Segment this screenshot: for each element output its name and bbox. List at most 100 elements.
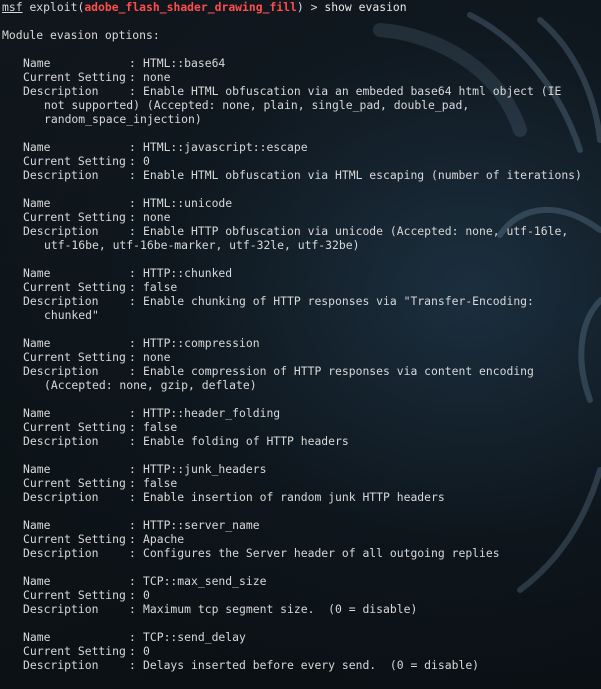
option-description: Description: Enable chunking of HTTP resp… — [2, 294, 600, 308]
option-name-value: HTML::unicode — [143, 196, 233, 210]
colon-separator: : — [129, 490, 136, 504]
option-name-label: Name — [23, 630, 51, 644]
colon-separator: : — [129, 70, 136, 84]
option-description: Description: Enable insertion of random j… — [2, 490, 600, 504]
evasion-options-list: Name: HTML::base64 Current Setting: none Des… — [2, 56, 600, 672]
option-description: Description: Enable HTML obfuscation via … — [2, 168, 600, 182]
terminal-output: msf exploit(adobe_flash_shader_drawing_f… — [2, 0, 600, 672]
colon-separator: : — [129, 658, 136, 672]
option-name-value: TCP::send_delay — [143, 630, 246, 644]
option-name: Name: HTML::javascript::escape — [2, 140, 600, 154]
option-current-setting: Current Setting: false — [2, 476, 600, 490]
evasion-option: Name: HTML::unicode Current Setting: none De… — [2, 196, 600, 266]
option-description-label: Description — [23, 84, 99, 98]
option-name-label: Name — [23, 574, 51, 588]
option-name: Name: HTTP::chunked — [2, 266, 600, 280]
colon-separator: : — [129, 154, 136, 168]
option-description-value: Configures the Server header of all outg… — [143, 546, 500, 560]
option-current-setting: Current Setting: none — [2, 70, 600, 84]
option-description-label: Description — [23, 490, 99, 504]
evasion-option: Name: HTTP::junk_headers Current Setting: f… — [2, 462, 600, 518]
option-description: Description: Maximum tcp segment size. (0… — [2, 602, 600, 616]
colon-separator: : — [129, 602, 136, 616]
option-name: Name: HTTP::server_name — [2, 518, 600, 532]
colon-separator: : — [129, 532, 136, 546]
option-description-value: Enable chunking of HTTP responses via "T… — [143, 294, 534, 308]
colon-separator: : — [129, 56, 136, 70]
option-description-continuation: random_space_injection) — [44, 112, 202, 126]
option-current-setting: Current Setting: false — [2, 420, 600, 434]
option-current-setting-value: 0 — [143, 644, 150, 658]
option-current-setting-label: Current Setting — [23, 476, 126, 490]
option-name: Name: HTML::unicode — [2, 196, 600, 210]
evasion-option: Name: HTTP::header_folding Current Setting… — [2, 406, 600, 462]
command-prompt-line: msf exploit(adobe_flash_shader_drawing_f… — [2, 0, 600, 14]
option-name-value: HTTP::compression — [143, 336, 260, 350]
option-current-setting-label: Current Setting — [23, 350, 126, 364]
option-current-setting-label: Current Setting — [23, 210, 126, 224]
colon-separator: : — [129, 630, 136, 644]
option-current-setting: Current Setting: none — [2, 350, 600, 364]
option-current-setting: Current Setting:0 — [2, 644, 600, 658]
colon-separator: : — [129, 168, 136, 182]
option-current-setting-label: Current Setting — [23, 70, 126, 84]
colon-separator: : — [129, 518, 136, 532]
colon-separator: : — [129, 350, 136, 364]
option-name-label: Name — [23, 518, 51, 532]
terminal-window[interactable]: msf exploit(adobe_flash_shader_drawing_f… — [0, 0, 601, 689]
colon-separator: : — [129, 462, 136, 476]
option-description-label: Description — [23, 294, 99, 308]
option-description-continuation: utf-16be, utf-16be-marker, utf-32le, utf… — [44, 238, 360, 252]
colon-separator: : — [129, 210, 136, 224]
option-description-label: Description — [23, 168, 99, 182]
colon-separator: : — [129, 406, 136, 420]
option-description-label: Description — [23, 658, 99, 672]
option-name-label: Name — [23, 140, 51, 154]
option-current-setting-label: Current Setting — [23, 532, 126, 546]
option-name: Name: HTTP::header_folding — [2, 406, 600, 420]
colon-separator: : — [129, 294, 136, 308]
option-current-setting-value: 0 — [143, 154, 150, 168]
option-current-setting: Current Setting: Apache — [2, 532, 600, 546]
option-name-value: HTML::base64 — [143, 56, 226, 70]
evasion-option: Name: HTTP::chunked Current Setting: false D… — [2, 266, 600, 336]
colon-separator: : — [129, 196, 136, 210]
colon-separator: : — [129, 140, 136, 154]
option-description-label: Description — [23, 224, 99, 238]
option-description-continuation: not supported) (Accepted: none, plain, s… — [44, 98, 470, 112]
option-current-setting-label: Current Setting — [23, 420, 126, 434]
colon-separator: : — [129, 476, 136, 490]
option-name-value: HTTP::server_name — [143, 518, 260, 532]
option-current-setting-value: none — [143, 210, 171, 224]
option-current-setting-label: Current Setting — [23, 280, 126, 294]
colon-separator: : — [129, 546, 136, 560]
option-name: Name: HTTP::compression — [2, 336, 600, 350]
option-name-value: TCP::max_send_size — [143, 574, 267, 588]
option-description-value: Enable compression of HTTP responses via… — [143, 364, 534, 378]
option-description-value: Delays inserted before every send. (0 = … — [143, 658, 480, 672]
option-description: Description: Enable compression of HTTP r… — [2, 364, 600, 378]
option-current-setting: Current Setting:0 — [2, 154, 600, 168]
option-name-label: Name — [23, 266, 51, 280]
colon-separator: : — [129, 644, 136, 658]
evasion-option: Name: HTML::javascript::escape Current Set… — [2, 140, 600, 196]
evasion-option: Name: TCP::max_send_size Current Setting:0… — [2, 574, 600, 630]
option-current-setting-label: Current Setting — [23, 644, 126, 658]
evasion-option: Name: HTTP::compression Current Setting: no… — [2, 336, 600, 406]
option-name-label: Name — [23, 196, 51, 210]
option-current-setting: Current Setting: none — [2, 210, 600, 224]
colon-separator: : — [129, 364, 136, 378]
option-description-value: Enable HTTP obfuscation via unicode (Acc… — [143, 224, 569, 238]
option-description: Description: Enable HTML obfuscation via … — [2, 84, 600, 98]
msf-prompt: msf — [2, 0, 23, 14]
option-description-value: Maximum tcp segment size. (0 = disable) — [143, 602, 418, 616]
option-description-value: Enable folding of HTTP headers — [143, 434, 349, 448]
evasion-option: Name: HTML::base64 Current Setting: none Des… — [2, 56, 600, 140]
colon-separator: : — [129, 434, 136, 448]
colon-separator: : — [129, 224, 136, 238]
exploit-close-paren: ) — [296, 0, 304, 14]
section-heading: Module evasion options: — [2, 28, 160, 42]
evasion-option: Name: HTTP::server_name Current Setting: Ap… — [2, 518, 600, 574]
option-name: Name: HTTP::junk_headers — [2, 462, 600, 476]
colon-separator: : — [129, 588, 136, 602]
